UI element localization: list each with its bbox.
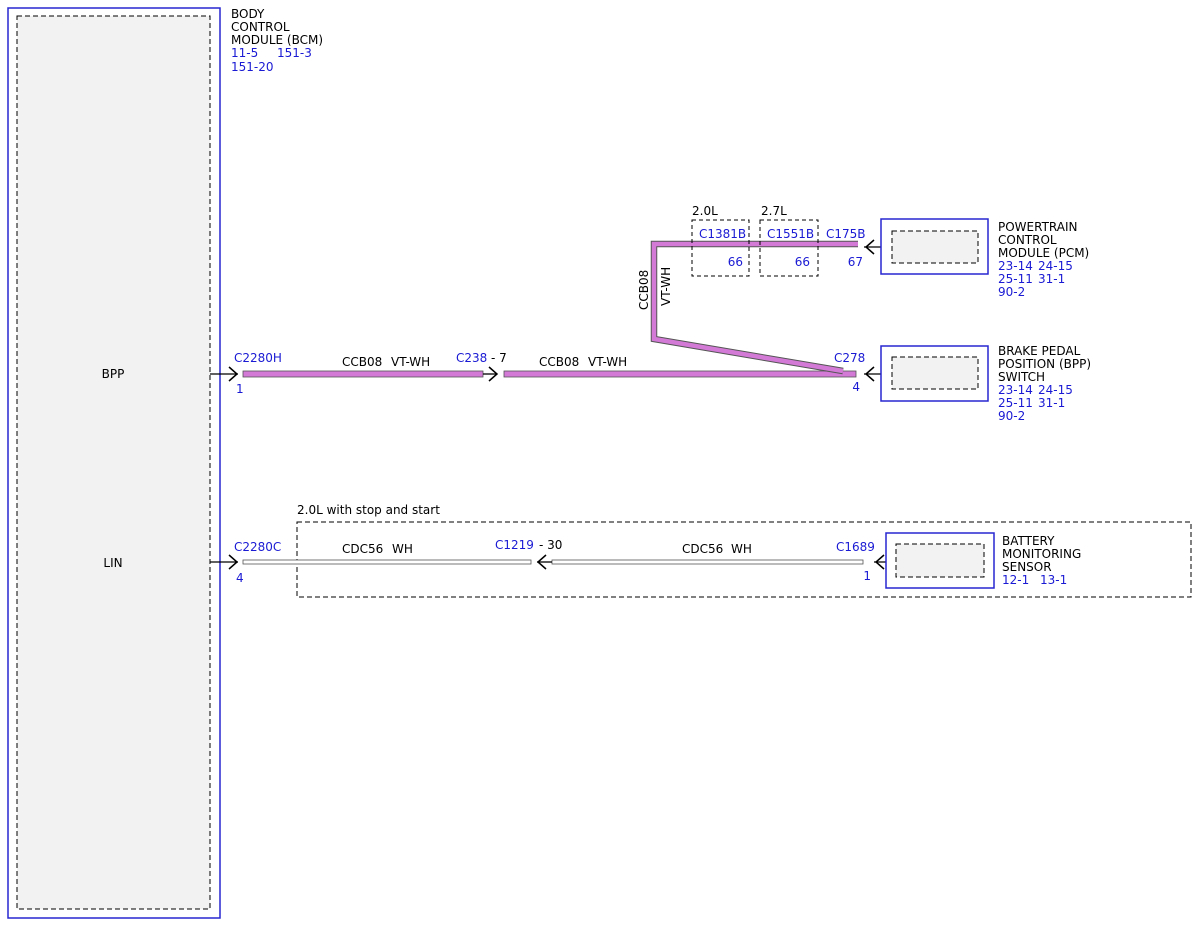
connector-id[interactable]: C1551B [767, 227, 814, 241]
pcm-module[interactable] [880, 218, 989, 275]
connector-id[interactable]: C278 [834, 351, 865, 365]
wire-circuit-label: CCB08 [539, 355, 579, 369]
variant-label: 2.7L [761, 204, 787, 218]
wire-ccb08-left[interactable] [242, 370, 484, 378]
connector-id[interactable]: C1219 [495, 538, 534, 552]
bcm-inner-dashed [16, 15, 211, 910]
pcm-ref-link[interactable]: 90-2 [998, 285, 1025, 299]
battery-monitoring-sensor-module[interactable] [885, 532, 995, 589]
pin-number: 1 [236, 382, 244, 396]
bcm-ref-link[interactable]: 151-20 [231, 60, 274, 74]
pcm-name-line-3: MODULE (PCM) [998, 246, 1089, 260]
wire-color-label: WH [731, 542, 752, 556]
bpp-ref-link[interactable]: 90-2 [998, 409, 1025, 423]
pcm-ref-link[interactable]: 23-14 [998, 259, 1033, 273]
wire-color-label: VT-WH [391, 355, 430, 369]
pcm-ref-link[interactable]: 31-1 [1038, 272, 1065, 286]
wire-circuit-label-vertical: CCB08 [637, 270, 651, 310]
pin-number: - 30 [539, 538, 562, 552]
bpp-name-line-2: POSITION (BPP) [998, 357, 1091, 371]
wire-color-label: VT-WH [588, 355, 627, 369]
lin-circuit-wires[interactable] [242, 559, 864, 565]
bms-inner-dashed [895, 543, 985, 578]
wire-circuit-label: CDC56 [342, 542, 383, 556]
bcm-title: BODY CONTROL MODULE (BCM) 11-5 151-3 151… [231, 7, 323, 74]
bcm-ref-link[interactable]: 11-5 [231, 46, 258, 60]
wire-cdc56-left[interactable] [242, 559, 532, 565]
bcm-ref-link[interactable]: 151-3 [277, 46, 312, 60]
pcm-inner-dashed [891, 230, 979, 264]
bpp-ref-link[interactable]: 31-1 [1038, 396, 1065, 410]
wiring-diagram: BPP LIN BODY CONTROL MODULE (BCM) 11-5 1… [7, 7, 1192, 919]
connector-c1551b[interactable]: 2.7L C1551B 66 [759, 204, 819, 277]
wire-circuit-label: CCB08 [342, 355, 382, 369]
bcm-pin-lin-label: LIN [103, 556, 122, 570]
bms-name-line-1: BATTERY [1002, 534, 1055, 548]
pcm-title: POWERTRAIN CONTROL MODULE (PCM) 23-14 24… [998, 220, 1089, 299]
bms-ref-link[interactable]: 13-1 [1040, 573, 1067, 587]
bcm-name-line-3: MODULE (BCM) [231, 33, 323, 47]
connector-c1381b[interactable]: 2.0L C1381B 66 [691, 204, 750, 277]
bpp-switch-title: BRAKE PEDAL POSITION (BPP) SWITCH 23-14 … [998, 344, 1091, 423]
bms-ref-link[interactable]: 12-1 [1002, 573, 1029, 587]
bpp-name-line-1: BRAKE PEDAL [998, 344, 1081, 358]
connector-id[interactable]: C2280C [234, 540, 281, 554]
connector-id[interactable]: C1381B [699, 227, 746, 241]
pcm-ref-link[interactable]: 24-15 [1038, 259, 1073, 273]
condition-label: 2.0L with stop and start [297, 503, 440, 517]
bpp-ref-link[interactable]: 23-14 [998, 383, 1033, 397]
pcm-name-line-1: POWERTRAIN [998, 220, 1078, 234]
wire-color-label-vertical: VT-WH [659, 267, 673, 306]
bms-name-line-3: SENSOR [1002, 560, 1052, 574]
bcm-name-line-1: BODY [231, 7, 265, 21]
pin-number: 66 [728, 255, 743, 269]
connector-id[interactable]: C238 [456, 351, 487, 365]
wire-color-label: WH [392, 542, 413, 556]
connector-id[interactable]: C1689 [836, 540, 875, 554]
bcm-name-line-2: CONTROL [231, 20, 290, 34]
wire-ccb08-branch[interactable] [650, 240, 858, 375]
bms-title: BATTERY MONITORING SENSOR 12-1 13-1 [1002, 534, 1081, 587]
bpp-ref-link[interactable]: 25-11 [998, 396, 1033, 410]
pin-number: - 7 [491, 351, 507, 365]
bpp-switch-module[interactable] [880, 345, 989, 402]
pin-number: 4 [236, 571, 244, 585]
bcm-module[interactable]: BPP LIN [7, 7, 221, 919]
bpp-switch-inner-dashed [891, 356, 979, 390]
pin-number: 1 [863, 569, 871, 583]
connector-id[interactable]: C2280H [234, 351, 282, 365]
bpp-name-line-3: SWITCH [998, 370, 1045, 384]
wire-circuit-label: CDC56 [682, 542, 723, 556]
pcm-ref-link[interactable]: 25-11 [998, 272, 1033, 286]
wire-cdc56-right[interactable] [551, 559, 864, 565]
pin-number: 4 [852, 380, 860, 394]
connector-id[interactable]: C175B [826, 227, 866, 241]
variant-label: 2.0L [692, 204, 718, 218]
wire-ccb08-right[interactable] [503, 370, 857, 378]
bms-name-line-2: MONITORING [1002, 547, 1081, 561]
bcm-pin-bpp-label: BPP [102, 367, 125, 381]
bpp-ref-link[interactable]: 24-15 [1038, 383, 1073, 397]
wire-ccb08-branch-fill [651, 241, 858, 374]
pin-number: 66 [795, 255, 810, 269]
pcm-name-line-2: CONTROL [998, 233, 1057, 247]
pin-number: 67 [848, 255, 863, 269]
